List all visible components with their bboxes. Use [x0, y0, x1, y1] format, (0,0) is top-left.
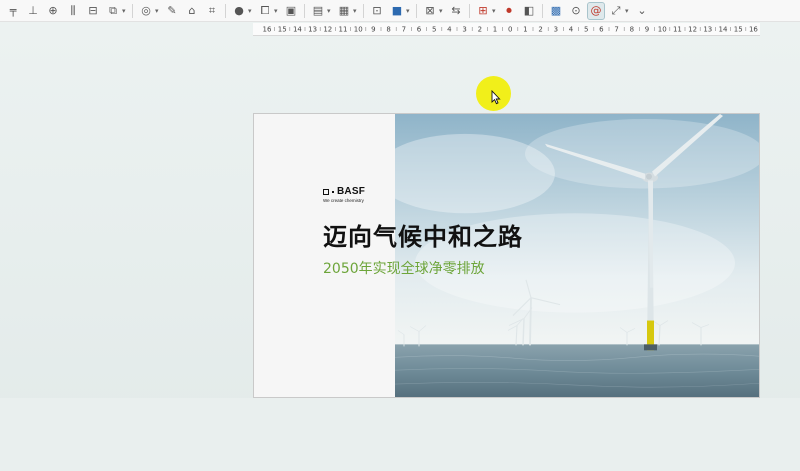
ruler-label: 10 — [354, 26, 363, 34]
toolbar-separator — [132, 3, 133, 18]
dropdown-arrow-icon[interactable]: ▾ — [406, 7, 412, 15]
align-bottom-icon[interactable]: ⊥ — [25, 3, 41, 19]
ruler-label: 6 — [417, 26, 422, 34]
ruler-label: 5 — [584, 26, 588, 34]
ruler-label: 1 — [523, 26, 527, 34]
eraser-icon[interactable]: ⌂ — [184, 3, 200, 19]
ruler-label: 8 — [630, 26, 634, 34]
toolbar-separator — [416, 3, 417, 18]
ruler-label: 9 — [645, 26, 649, 34]
comment-icon[interactable]: ⊙ — [568, 3, 584, 19]
chart-icon[interactable]: ▤ — [310, 3, 326, 19]
dropdown-arrow-icon[interactable]: ▾ — [248, 7, 254, 15]
align-middle-icon[interactable]: ⊟ — [85, 3, 101, 19]
ruler-label: 3 — [462, 26, 466, 34]
toolbar-separator — [225, 3, 226, 18]
slide-left-panel — [254, 114, 395, 397]
ruler-label: 7 — [402, 26, 406, 34]
ruler-label: 12 — [323, 26, 332, 34]
slide-canvas[interactable]: BASF We create chemistry 迈向气候中和之路 2050年实… — [253, 113, 760, 398]
pen-icon[interactable]: ✎ — [164, 3, 180, 19]
logo-tagline: We create chemistry — [323, 198, 364, 203]
ruler-scale: 16 15 14 13 12 11 10 9 8 7 6 5 4 3 2 1 0 1 2 3 4 5 6 7 8 9 10 11 12 1… — [263, 26, 759, 34]
shadow-icon[interactable]: ● — [231, 3, 247, 19]
dropdown-arrow-icon[interactable]: ▾ — [274, 7, 280, 15]
ruler-label: 1 — [493, 26, 497, 34]
ruler-label: 2 — [538, 26, 542, 34]
ruler-label: 5 — [432, 26, 436, 34]
group-icon[interactable]: ⧠ — [257, 3, 273, 19]
mouse-pointer-icon — [491, 90, 501, 105]
ruler-label: 13 — [308, 26, 317, 34]
dropdown-arrow-icon[interactable]: ▾ — [492, 7, 498, 15]
workspace-bottom — [0, 398, 800, 471]
logo-dot-icon — [332, 190, 334, 193]
more-icon[interactable]: ⤢ — [608, 3, 624, 19]
dropdown-arrow-icon[interactable]: ▾ — [327, 7, 333, 15]
ruler-label: 13 — [703, 26, 712, 34]
slide-subtitle[interactable]: 2050年实现全球净零排放 — [323, 258, 485, 278]
arrow-icon[interactable]: ⇆ — [448, 3, 464, 19]
arrange-icon[interactable]: ⧉ — [105, 3, 121, 19]
toolbar-separator — [469, 3, 470, 18]
dropdown-arrow-icon[interactable]: ▾ — [439, 7, 445, 15]
table-icon[interactable]: ▦ — [336, 3, 352, 19]
align-center-icon[interactable]: ⊕ — [45, 3, 61, 19]
ruler-label: 11 — [673, 26, 682, 34]
logo-square-icon — [323, 188, 329, 195]
gallery-icon[interactable]: ▩ — [548, 3, 564, 19]
ruler-label: 8 — [386, 26, 390, 34]
ruler-label: 16 — [263, 26, 272, 34]
record-icon[interactable]: ⏺ — [501, 3, 517, 19]
ruler-label: 7 — [614, 26, 618, 34]
ruler-label: 10 — [658, 26, 667, 34]
toolbar: ╤ ⊥ ⊕ ⫼ ⊟ ⧉ ▾ ◎ ▾ ✎ ⌂ ⌗ ● ▾ ⧠ ▾ ▣ ▤ ▾ ▦ ▾ ⊡ ■ ▾ ⊠ ▾ ⇆ ⊞ ▾ ⏺ ◧ ▩ ⊙ @ ⤢ ▾ ⌄ — [0, 0, 800, 22]
ruler-label: 9 — [371, 26, 375, 34]
dropdown-arrow-icon[interactable]: ▾ — [122, 7, 128, 15]
ruler-label: 4 — [569, 26, 574, 34]
horizontal-ruler[interactable]: 16 15 14 13 12 11 10 9 8 7 6 5 4 3 2 1 0 1 2 3 4 5 6 7 8 9 10 11 12 1… — [253, 23, 760, 36]
wind-turbine-photo[interactable] — [395, 114, 760, 397]
ruler-label: 0 — [508, 26, 512, 34]
dropdown-arrow-icon[interactable]: ▾ — [625, 7, 631, 15]
media-icon[interactable]: ◧ — [521, 3, 537, 19]
ruler-label: 12 — [688, 26, 697, 34]
basf-logo-mark: BASF — [323, 186, 365, 197]
align-left-icon[interactable]: ╤ — [5, 3, 21, 19]
overflow-icon[interactable]: ⌄ — [634, 3, 650, 19]
basf-logo: BASF We create chemistry — [323, 186, 365, 203]
ruler-label: 14 — [293, 26, 302, 34]
dropdown-arrow-icon[interactable]: ▾ — [353, 7, 359, 15]
ruler-label: 4 — [447, 26, 452, 34]
fill-color-icon[interactable]: ■ — [389, 3, 405, 19]
ruler-label: 15 — [278, 26, 287, 34]
toolbar-separator — [363, 3, 364, 18]
dropdown-arrow-icon[interactable]: ▾ — [155, 7, 161, 15]
toolbar-separator — [542, 3, 543, 18]
slide-title[interactable]: 迈向气候中和之路 — [323, 217, 523, 252]
ruler-label: 15 — [734, 26, 743, 34]
link-icon[interactable]: @ — [587, 1, 605, 20]
distribute-icon[interactable]: ⫼ — [65, 3, 81, 19]
image-icon[interactable]: ▣ — [283, 3, 299, 19]
text-icon[interactable]: ⊡ — [369, 3, 385, 19]
ruler-label: 11 — [339, 26, 348, 34]
ruler-label: 14 — [719, 26, 728, 34]
toolbar-separator — [304, 3, 305, 18]
ruler-label: 3 — [554, 26, 558, 34]
insert-icon[interactable]: ⊞ — [475, 3, 491, 19]
frame-icon[interactable]: ⊠ — [422, 3, 438, 19]
ruler-label: 16 — [749, 26, 758, 34]
ruler-label: 6 — [599, 26, 604, 34]
crop-icon[interactable]: ⌗ — [204, 3, 220, 19]
ruler-label: 2 — [478, 26, 482, 34]
logo-wordmark: BASF — [337, 186, 366, 197]
shapes-icon[interactable]: ◎ — [138, 3, 154, 19]
